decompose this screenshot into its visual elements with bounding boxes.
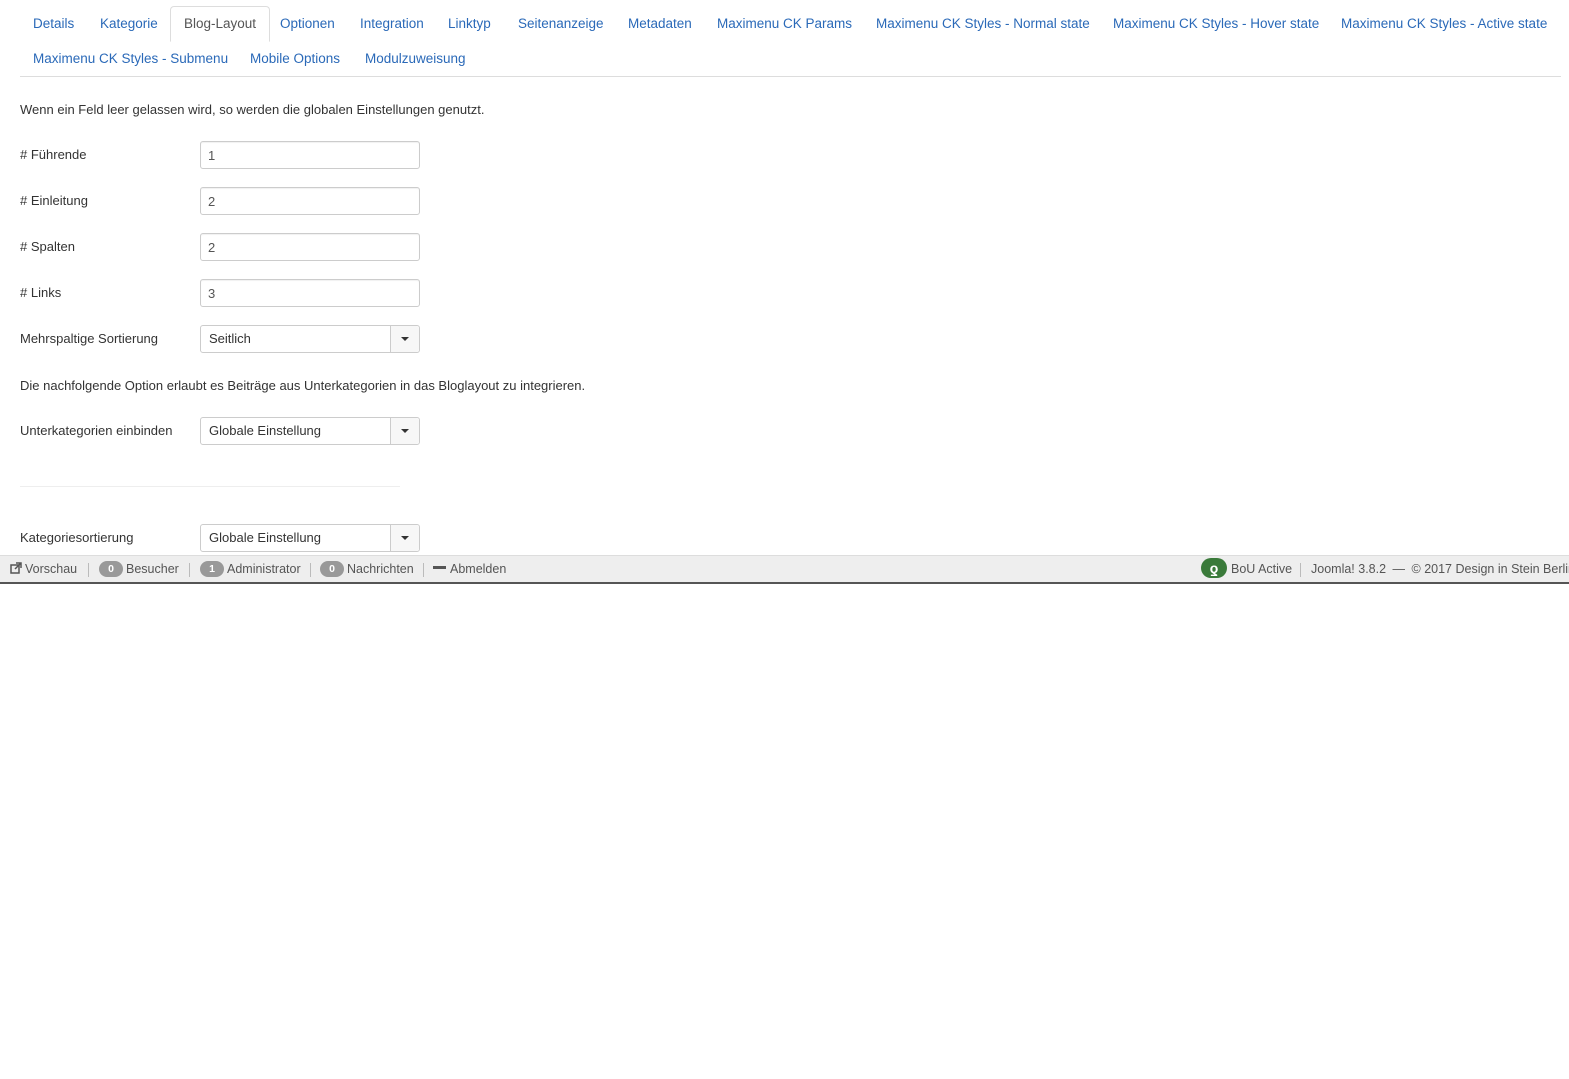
bou-logo-icon: ƍ — [1201, 558, 1227, 578]
fuehrende-input[interactable] — [200, 141, 420, 169]
mehrspaltige-sortierung-label: Mehrspaltige Sortierung — [20, 331, 159, 346]
joomla-version: Joomla! 3.8.2 — [1311, 562, 1387, 576]
fuehrende-label: # Führende — [20, 147, 87, 162]
dropdown-toggle[interactable] — [390, 525, 419, 551]
tab-integration[interactable]: Integration — [347, 6, 437, 41]
bou-status[interactable]: ƍ BoU Active — [1201, 556, 1292, 583]
bou-label: BoU Active — [1231, 562, 1293, 576]
messages-link[interactable]: 0 Nachrichten — [320, 556, 414, 583]
tab-seitenanzeige[interactable]: Seitenanzeige — [505, 6, 617, 41]
admin-indicator: 1 Administrator — [200, 556, 301, 583]
separator — [310, 563, 311, 577]
einleitung-label: # Einleitung — [20, 193, 88, 208]
caret-down-icon — [401, 429, 409, 433]
tab-modulzuweisung[interactable]: Modulzuweisung — [352, 41, 479, 76]
messages-count-badge: 0 — [320, 561, 344, 577]
einleitung-input[interactable] — [200, 187, 420, 215]
tab-maximenu-ck-params[interactable]: Maximenu CK Params — [704, 6, 865, 41]
dropdown-toggle[interactable] — [390, 326, 419, 352]
visitors-indicator: 0 Besucher — [99, 556, 179, 583]
tab-details[interactable]: Details — [20, 6, 87, 41]
spalten-input[interactable] — [200, 233, 420, 261]
intro-text: Wenn ein Feld leer gelassen wird, so wer… — [20, 102, 485, 117]
links-label: # Links — [20, 285, 62, 300]
caret-down-icon — [401, 536, 409, 540]
kategoriesortierung-select[interactable]: Globale Einstellung — [200, 524, 420, 552]
section-divider — [20, 486, 400, 487]
separator — [189, 563, 190, 577]
credits-dash: — — [1392, 562, 1406, 576]
tab-mobile-options[interactable]: Mobile Options — [237, 41, 353, 76]
separator — [88, 563, 89, 577]
visitors-count-badge: 0 — [99, 561, 123, 577]
unterkategorien-value: Globale Einstellung — [209, 423, 322, 438]
spalten-label: # Spalten — [20, 239, 75, 254]
logout-label: Abmelden — [450, 562, 507, 576]
tab-kategorie[interactable]: Kategorie — [87, 6, 171, 41]
admin-count-badge: 1 — [200, 561, 224, 577]
preview-label: Vorschau — [25, 562, 78, 576]
unterkategorien-select[interactable]: Globale Einstellung — [200, 417, 420, 445]
preview-link[interactable]: Vorschau — [10, 556, 77, 583]
tab-metadaten[interactable]: Metadaten — [615, 6, 705, 41]
tab-linktyp[interactable]: Linktyp — [435, 6, 504, 41]
logout-link[interactable]: Abmelden — [433, 556, 506, 583]
tab-maximenu-ck-styles-submenu[interactable]: Maximenu CK Styles - Submenu — [20, 41, 241, 76]
admin-label: Administrator — [227, 562, 301, 576]
copyright-text: © 2017 Design in Stein Berlin — [1411, 562, 1569, 576]
unterkategorien-label: Unterkategorien einbinden — [20, 423, 173, 438]
tab-maximenu-ck-styles-active[interactable]: Maximenu CK Styles - Active state — [1328, 6, 1560, 41]
tab-maximenu-ck-styles-hover[interactable]: Maximenu CK Styles - Hover state — [1100, 6, 1332, 41]
dropdown-toggle[interactable] — [390, 418, 419, 444]
links-input[interactable] — [200, 279, 420, 307]
messages-label: Nachrichten — [347, 562, 414, 576]
status-bar: Vorschau 0 Besucher 1 Administrator 0 Nachr… — [0, 555, 1569, 584]
caret-down-icon — [401, 337, 409, 341]
separator — [423, 563, 424, 577]
kategoriesortierung-label: Kategoriesortierung — [20, 530, 134, 545]
tab-bar: Details Kategorie Blog-Layout Optionen I… — [20, 6, 1561, 77]
unterkategorien-note: Die nachfolgende Option erlaubt es Beitr… — [20, 378, 586, 393]
mehrspaltige-sortierung-value: Seitlich — [209, 331, 251, 346]
tab-maximenu-ck-styles-normal[interactable]: Maximenu CK Styles - Normal state — [863, 6, 1103, 41]
kategoriesortierung-value: Globale Einstellung — [209, 530, 322, 545]
footer-credits: Joomla! 3.8.2 — © 2017 Design in Stein B… — [1311, 556, 1569, 583]
minus-icon — [433, 566, 446, 569]
mehrspaltige-sortierung-select[interactable]: Seitlich — [200, 325, 420, 353]
tab-optionen[interactable]: Optionen — [267, 6, 348, 41]
external-link-icon — [10, 562, 22, 574]
visitors-label: Besucher — [126, 562, 179, 576]
tab-blog-layout[interactable]: Blog-Layout — [170, 6, 271, 42]
separator — [1300, 563, 1301, 577]
